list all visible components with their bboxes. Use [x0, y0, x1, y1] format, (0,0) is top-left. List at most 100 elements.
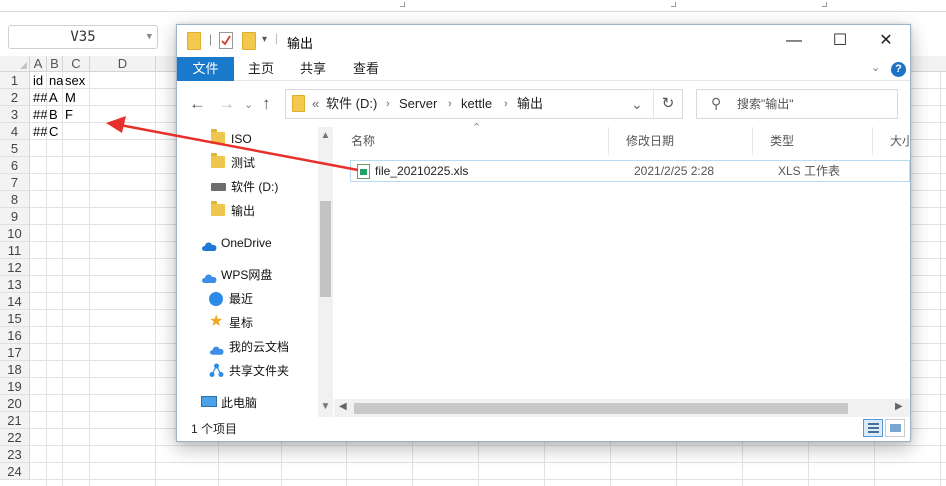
- new-folder-icon[interactable]: [242, 32, 256, 50]
- details-view-button[interactable]: [863, 419, 883, 437]
- row-header[interactable]: 16: [0, 327, 30, 344]
- column-header-b[interactable]: B: [47, 56, 63, 72]
- nav-item-label: 星标: [229, 316, 254, 330]
- cell-b4[interactable]: C: [47, 123, 63, 140]
- select-all-corner[interactable]: [0, 56, 30, 72]
- row-header[interactable]: 20: [0, 395, 30, 412]
- file-row[interactable]: file_20210225.xls 2021/2/25 2:28 XLS 工作表: [350, 160, 910, 182]
- cell-b3[interactable]: B: [47, 106, 63, 123]
- recent-locations-icon[interactable]: ⌄: [244, 98, 253, 111]
- nav-item-label: OneDrive: [221, 236, 272, 250]
- row-header[interactable]: 1: [0, 72, 30, 89]
- row-header[interactable]: 21: [0, 412, 30, 429]
- file-list-hscrollbar[interactable]: ◀ ▶: [334, 399, 910, 417]
- cell-b1[interactable]: na: [47, 72, 63, 89]
- properties-icon[interactable]: [219, 32, 233, 49]
- dialog-launcher-icon[interactable]: [822, 2, 827, 7]
- column-header-modified[interactable]: 修改日期: [609, 127, 753, 155]
- breadcrumb-server[interactable]: Server: [399, 90, 437, 118]
- maximize-button[interactable]: ☐: [817, 25, 863, 57]
- row-header[interactable]: 12: [0, 259, 30, 276]
- chevron-down-icon[interactable]: ▾: [262, 34, 267, 45]
- address-overflow[interactable]: «: [312, 90, 319, 118]
- cell-c1[interactable]: sex: [63, 72, 90, 89]
- chevron-right-icon[interactable]: ›: [504, 90, 508, 118]
- row-header[interactable]: 17: [0, 344, 30, 361]
- navigation-pane: ISO 测试 软件 (D:) 输出 OneDrive WPS网盘 最近 ★ 星标…: [177, 127, 333, 417]
- row-header[interactable]: 24: [0, 463, 30, 480]
- close-button[interactable]: ✕: [863, 25, 909, 57]
- tab-file[interactable]: 文件: [177, 57, 234, 81]
- row-header[interactable]: 15: [0, 310, 30, 327]
- breadcrumb-kettle[interactable]: kettle: [461, 90, 492, 118]
- nav-item-label: 我的云文档: [229, 340, 290, 354]
- column-header-name[interactable]: 名称: [334, 127, 609, 155]
- star-icon: ★: [209, 313, 224, 330]
- cell-c2[interactable]: M: [63, 89, 90, 106]
- scroll-right-icon[interactable]: ▶: [895, 401, 903, 412]
- column-header-type[interactable]: 类型: [753, 127, 873, 155]
- row-header[interactable]: 7: [0, 174, 30, 191]
- nav-item-label: 输出: [231, 204, 256, 218]
- scroll-left-icon[interactable]: ◀: [339, 401, 347, 412]
- cell-a2[interactable]: ##: [31, 89, 47, 106]
- row-header[interactable]: 8: [0, 191, 30, 208]
- help-icon[interactable]: ?: [891, 62, 906, 77]
- row-header[interactable]: 5: [0, 140, 30, 157]
- scroll-down-icon[interactable]: ▼: [318, 401, 333, 412]
- row-header[interactable]: 11: [0, 242, 30, 259]
- dialog-launcher-icon[interactable]: [400, 2, 405, 7]
- tab-home[interactable]: 主页: [248, 57, 274, 81]
- row-header[interactable]: 19: [0, 378, 30, 395]
- address-bar[interactable]: « 软件 (D:) › Server › kettle › 输出 ⌄: [285, 89, 682, 119]
- row-header[interactable]: 2: [0, 89, 30, 106]
- row-header[interactable]: 23: [0, 446, 30, 463]
- expand-ribbon-icon[interactable]: ⌄: [871, 61, 880, 74]
- file-type: XLS 工作表: [778, 164, 841, 178]
- row-header[interactable]: 14: [0, 293, 30, 310]
- refresh-button[interactable]: ↻: [653, 89, 683, 119]
- column-header-a[interactable]: A: [30, 56, 47, 72]
- row-header[interactable]: 22: [0, 429, 30, 446]
- item-count: 1 个项目: [191, 422, 238, 436]
- minimize-button[interactable]: —: [771, 25, 817, 57]
- cell-a4[interactable]: ##: [31, 123, 47, 140]
- cell-b2[interactable]: A: [47, 89, 63, 106]
- column-header-size[interactable]: 大小: [873, 127, 910, 155]
- column-header-d[interactable]: D: [90, 56, 156, 72]
- column-header-c[interactable]: C: [63, 56, 90, 72]
- dialog-launcher-icon[interactable]: [671, 2, 676, 7]
- search-box[interactable]: ⚲ 搜索"输出": [696, 89, 898, 119]
- scrollbar-thumb[interactable]: [354, 403, 848, 414]
- row-header[interactable]: 10: [0, 225, 30, 242]
- large-icons-view-button[interactable]: [885, 419, 905, 437]
- scroll-up-icon[interactable]: ▲: [318, 130, 333, 141]
- chevron-right-icon[interactable]: ›: [448, 90, 452, 118]
- forward-arrow-icon[interactable]: →: [218, 94, 235, 114]
- folder-icon: [187, 32, 201, 50]
- row-header[interactable]: 6: [0, 157, 30, 174]
- tab-view[interactable]: 查看: [353, 57, 379, 81]
- breadcrumb-output[interactable]: 输出: [517, 90, 543, 118]
- cell-c3[interactable]: F: [63, 106, 90, 123]
- share-folder-icon: [209, 363, 224, 385]
- row-header[interactable]: 9: [0, 208, 30, 225]
- breadcrumb-drive[interactable]: 软件 (D:): [326, 90, 377, 118]
- cell-a3[interactable]: ##: [31, 106, 47, 123]
- chevron-down-icon[interactable]: ▼: [147, 26, 152, 48]
- row-header[interactable]: 4: [0, 123, 30, 140]
- name-box[interactable]: V35 ▼: [8, 25, 158, 49]
- chevron-right-icon[interactable]: ›: [386, 90, 390, 118]
- scrollbar-thumb[interactable]: [320, 201, 331, 297]
- nav-item-label: 共享文件夹: [229, 364, 290, 378]
- row-header[interactable]: 3: [0, 106, 30, 123]
- nav-item-label: ISO: [231, 132, 252, 146]
- up-arrow-icon[interactable]: ↑: [262, 94, 271, 114]
- chevron-down-icon[interactable]: ⌄: [631, 90, 643, 118]
- nav-pane-scrollbar[interactable]: ▲ ▼: [318, 127, 333, 417]
- row-header[interactable]: 13: [0, 276, 30, 293]
- tab-share[interactable]: 共享: [300, 57, 326, 81]
- cell-a1[interactable]: id: [31, 72, 47, 89]
- back-arrow-icon[interactable]: ←: [189, 94, 206, 114]
- row-header[interactable]: 18: [0, 361, 30, 378]
